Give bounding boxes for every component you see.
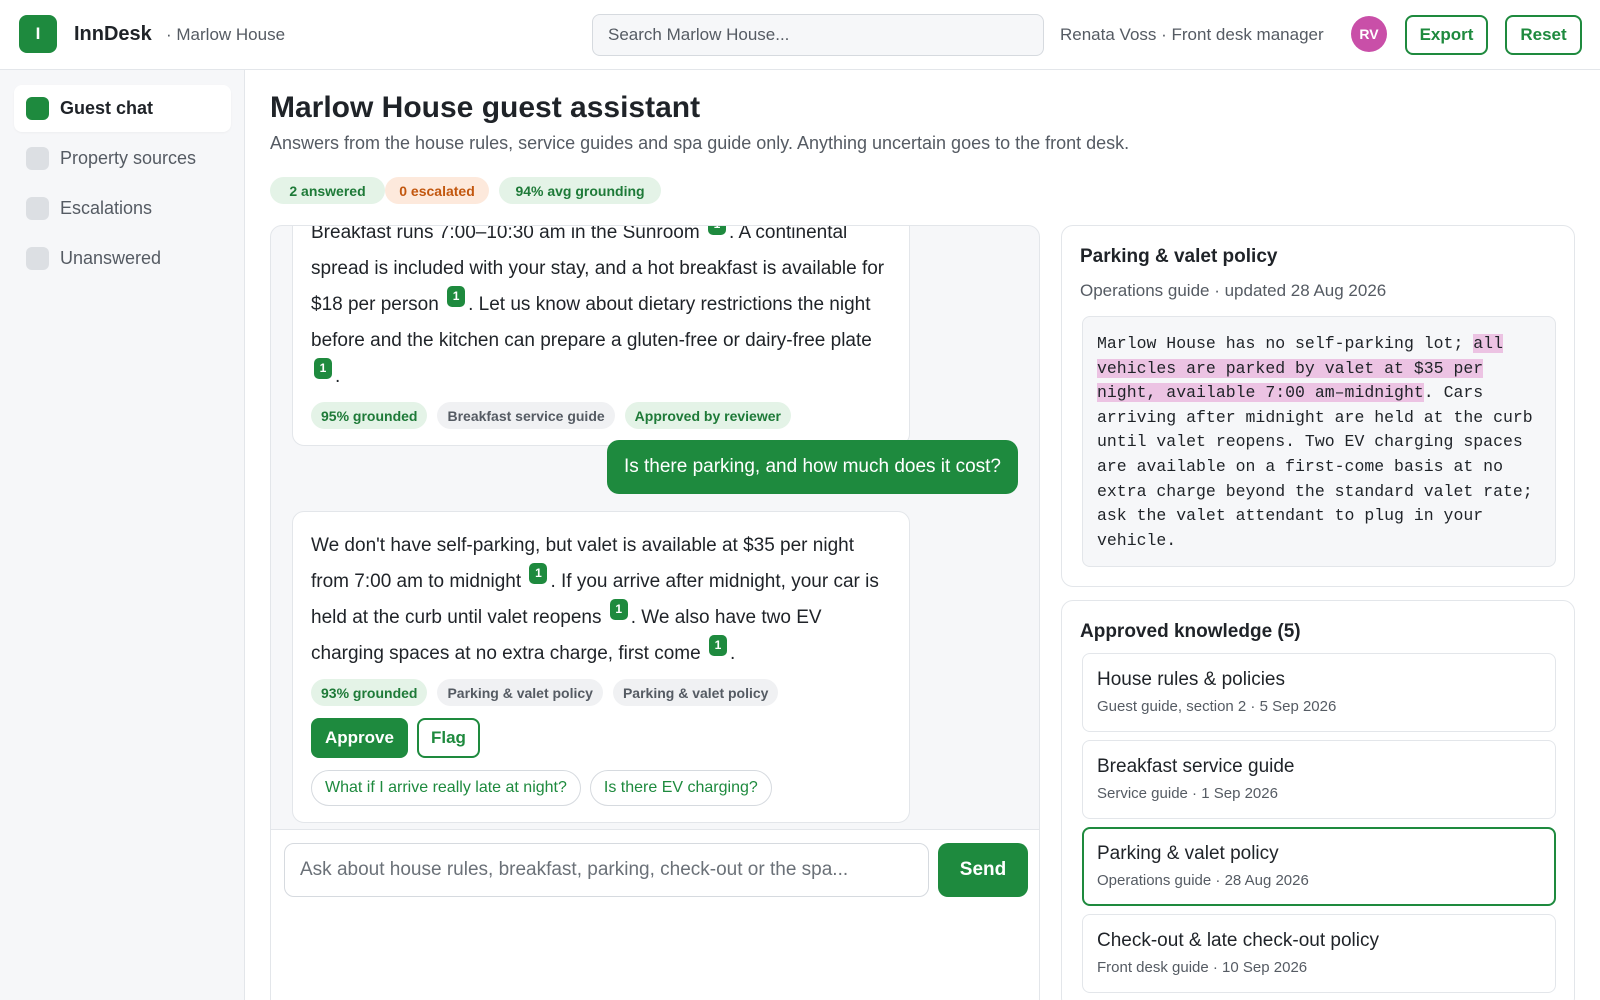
grounding-badge: 94% avg grounding	[499, 177, 661, 204]
message-text: Breakfast runs 7:00–10:30 am in the Sunr…	[311, 226, 891, 395]
knowledge-title: Approved knowledge (5)	[1080, 621, 1301, 642]
assistant-message: We don't have self-parking, but valet is…	[292, 511, 910, 823]
source-tag[interactable]: Breakfast service guide	[437, 402, 615, 429]
sidebar-item-escalations[interactable]: Escalations	[14, 185, 231, 232]
message-input[interactable]	[284, 843, 929, 897]
knowledge-item-meta: Operations guide · 28 Aug 2026	[1097, 872, 1309, 889]
knowledge-item-title: Breakfast service guide	[1097, 756, 1295, 777]
message-list[interactable]: Breakfast runs 7:00–10:30 am in the Sunr…	[271, 226, 1039, 829]
user-info: Renata Voss · Front desk manager	[1060, 25, 1324, 44]
guest-chat-icon	[26, 97, 49, 120]
sidebar: Guest chat Property sources Escalations …	[0, 70, 245, 1000]
citation-badge[interactable]: 1	[708, 635, 727, 656]
send-button[interactable]: Send	[938, 843, 1028, 897]
composer: Send	[271, 829, 1039, 1000]
answered-badge: 2 answered	[270, 177, 385, 204]
source-tag[interactable]: Parking & valet policy	[612, 679, 779, 706]
chat-panel: Breakfast runs 7:00–10:30 am in the Sunr…	[270, 225, 1040, 1000]
page-title: Marlow House guest assistant	[270, 91, 701, 124]
escalated-badge: 0 escalated	[385, 177, 489, 204]
unanswered-icon	[26, 247, 49, 270]
grounded-badge: 93% grounded	[311, 679, 428, 706]
suggestion-chip[interactable]: Is there EV charging?	[589, 770, 772, 806]
top-bar: I InnDesk · Marlow House Renata Voss · F…	[0, 0, 1600, 70]
user-message: Is there parking, and how much does it c…	[606, 440, 1018, 494]
app-name: InnDesk	[74, 23, 152, 45]
grounded-badge: 95% grounded	[311, 402, 428, 429]
sidebar-item-label: Escalations	[60, 198, 153, 218]
app-logo: I	[19, 15, 57, 53]
sidebar-item-guest-chat[interactable]: Guest chat	[14, 85, 231, 132]
knowledge-item-meta: Guest guide, section 2 · 5 Sep 2026	[1097, 698, 1337, 715]
search-input[interactable]	[592, 14, 1044, 56]
knowledge-item-selected[interactable]: Parking & valet policy Operations guide …	[1082, 827, 1556, 906]
escalations-icon	[26, 197, 49, 220]
approved-badge: Approved by reviewer	[624, 402, 791, 429]
assistant-message: Breakfast runs 7:00–10:30 am in the Sunr…	[292, 226, 910, 446]
knowledge-item[interactable]: Breakfast service guide Service guide · …	[1082, 740, 1556, 819]
knowledge-item-meta: Service guide · 1 Sep 2026	[1097, 785, 1278, 802]
source-title: Parking & valet policy	[1080, 246, 1278, 267]
message-text: We don't have self-parking, but valet is…	[311, 535, 879, 664]
source-panel: Parking & valet policy Operations guide …	[1061, 225, 1575, 587]
suggestion-chip[interactable]: What if I arrive really late at night?	[311, 770, 581, 806]
knowledge-item-title: House rules & policies	[1097, 669, 1285, 690]
property-sources-icon	[26, 147, 49, 170]
knowledge-panel: Approved knowledge (5) House rules & pol…	[1061, 600, 1575, 1000]
approve-button[interactable]: Approve	[311, 718, 408, 758]
citation-badge[interactable]: 1	[447, 286, 466, 307]
citation-badge[interactable]: 1	[314, 358, 332, 379]
knowledge-item-title: Parking & valet policy	[1097, 843, 1279, 864]
sidebar-item-unanswered[interactable]: Unanswered	[14, 235, 231, 282]
sidebar-item-label: Property sources	[60, 148, 197, 168]
page-subtitle: Answers from the house rules, service gu…	[270, 133, 1130, 153]
citation-badge[interactable]: 1	[707, 226, 726, 235]
sidebar-item-label: Unanswered	[60, 248, 162, 268]
knowledge-item-meta: Front desk guide · 10 Sep 2026	[1097, 959, 1308, 976]
citation-badge[interactable]: 1	[529, 563, 548, 584]
reset-button[interactable]: Reset	[1505, 15, 1582, 55]
knowledge-item[interactable]: House rules & policies Guest guide, sect…	[1082, 653, 1556, 732]
export-button[interactable]: Export	[1405, 15, 1488, 55]
sidebar-item-property-sources[interactable]: Property sources	[14, 135, 231, 182]
source-excerpt: Marlow House has no self-parking lot; al…	[1082, 316, 1556, 567]
source-meta: Operations guide · updated 28 Aug 2026	[1080, 281, 1387, 300]
avatar[interactable]: RV	[1351, 16, 1387, 52]
sidebar-item-label: Guest chat	[60, 98, 154, 118]
citation-badge[interactable]: 1	[609, 599, 628, 620]
knowledge-item-title: Check-out & late check-out policy	[1097, 930, 1379, 951]
property-name: · Marlow House	[166, 25, 286, 44]
flag-button[interactable]: Flag	[416, 718, 480, 758]
knowledge-item[interactable]: Check-out & late check-out policy Front …	[1082, 914, 1556, 993]
source-tag[interactable]: Parking & valet policy	[437, 679, 603, 706]
